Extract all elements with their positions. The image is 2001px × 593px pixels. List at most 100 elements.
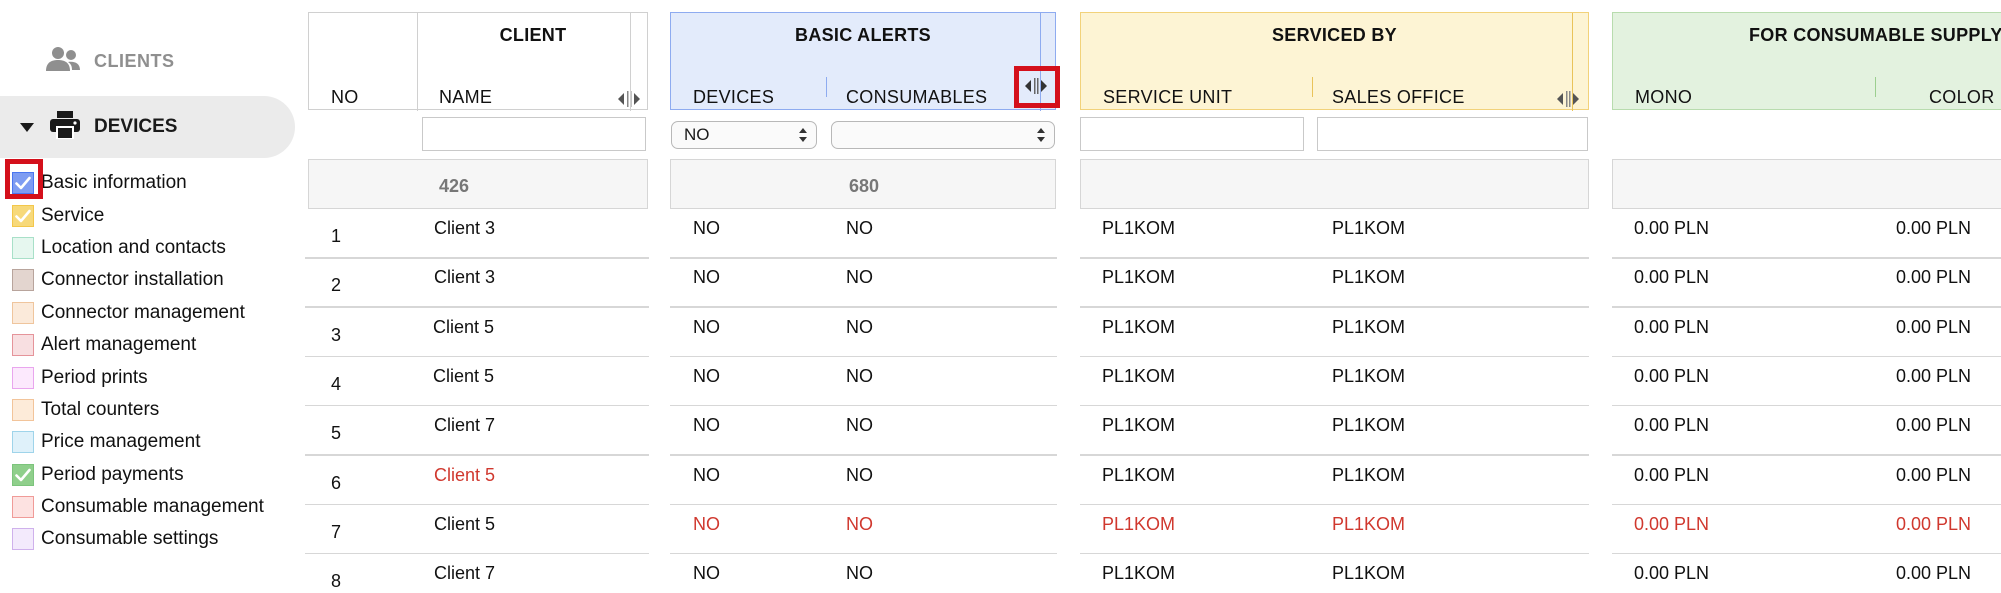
cell-no: 6 [331, 472, 342, 493]
client-group-header: CLIENT NO NAME [308, 12, 648, 111]
row-divider [670, 454, 1057, 456]
row-divider [305, 404, 649, 407]
cell-color-price: 0.00 PLN [1896, 415, 1972, 436]
cell-devices-alert: NO [693, 316, 720, 337]
cell-color-price: 0.00 PLN [1896, 365, 1972, 386]
table-row[interactable]: 3 Client 5 NO NO PL1KOM PL1KOM 0.00 PLN 0.00 PL… [0, 309, 2001, 358]
column-header-devices[interactable]: DEVICES [693, 87, 774, 108]
cell-color-price: 0.00 PLN [1896, 316, 1972, 337]
cell-color-price: 0.00 PLN [1896, 267, 1972, 288]
sidebar-item-devices[interactable]: DEVICES [0, 96, 295, 158]
cell-client-name: Client 7 [434, 415, 496, 436]
row-divider [1080, 355, 1589, 358]
row-divider [670, 257, 1057, 259]
caret-down-icon[interactable] [20, 122, 34, 132]
cell-no: 8 [331, 571, 342, 592]
cell-devices-alert: NO [693, 267, 720, 288]
cell-service-unit: PL1KOM [1102, 218, 1176, 238]
row-divider [1612, 404, 2001, 407]
column-header-sales-office[interactable]: SALES OFFICE [1332, 87, 1465, 108]
cell-mono-price: 0.00 PLN [1634, 365, 1710, 386]
cell-no: 2 [331, 275, 342, 296]
row-divider [305, 454, 649, 456]
consumables-alert-filter-select[interactable] [831, 121, 1055, 149]
column-resize-handle[interactable] [1023, 76, 1049, 96]
consumable-supply-group-header: FOR CONSUMABLE SUPPLY MONO COLOR [1612, 12, 2001, 110]
column-header-name[interactable]: NAME [439, 87, 492, 108]
cell-service-unit: PL1KOM [1102, 267, 1176, 288]
cell-no: 4 [331, 373, 342, 394]
cell-sales-office: PL1KOM [1332, 267, 1406, 288]
cell-sales-office: PL1KOM [1332, 464, 1406, 485]
cell-service-unit: PL1KOM [1102, 464, 1176, 485]
row-divider [670, 503, 1057, 505]
cell-client-name: Client 3 [434, 218, 496, 238]
cell-service-unit: PL1KOM [1102, 365, 1176, 386]
client-name-filter-input[interactable] [422, 117, 646, 151]
table-row[interactable]: 1 Client 3 NO NO PL1KOM PL1KOM 0.00 PLN 0.00 PL… [0, 210, 2001, 259]
cell-mono-price: 0.00 PLN [1634, 267, 1710, 288]
column-header-mono[interactable]: MONO [1635, 87, 1692, 108]
cell-sales-office: PL1KOM [1332, 415, 1406, 436]
row-divider [1080, 257, 1589, 259]
table-row[interactable]: 5 Client 7 NO NO PL1KOM PL1KOM 0.00 PLN 0.00 PL… [0, 407, 2001, 456]
cell-no: 1 [331, 226, 342, 246]
sales-office-filter-input[interactable] [1317, 117, 1588, 151]
alerts-count-value: 680 [849, 176, 880, 196]
cell-mono-price: 0.00 PLN [1634, 415, 1710, 436]
client-summary-cell: 426 [308, 159, 648, 209]
group-title: SERVICED BY [1271, 25, 1397, 45]
table-row[interactable]: 6 Client 5 NO NO PL1KOM PL1KOM 0.00 PLN 0.00 PL… [0, 457, 2001, 506]
alerts-summary-cell: 680 [670, 159, 1056, 209]
cell-consumables-alert: NO [846, 513, 873, 534]
table-row[interactable]: 8 Client 7 NO NO PL1KOM PL1KOM 0.00 PLN 0.00 PL… [0, 555, 2001, 593]
serviced-by-group-header: SERVICED BY SERVICE UNIT SALES OFFICE [1080, 12, 1589, 111]
cell-sales-office: PL1KOM [1332, 218, 1406, 238]
row-divider [305, 306, 649, 308]
cell-devices-alert: NO [693, 513, 720, 534]
cell-service-unit: PL1KOM [1102, 415, 1176, 436]
column-header-consumables[interactable]: CONSUMABLES [846, 87, 987, 108]
users-icon [46, 46, 80, 77]
cell-consumables-alert: NO [846, 563, 873, 584]
column-header-no[interactable]: NO [331, 87, 359, 108]
table-row[interactable]: 7 Client 5 NO NO PL1KOM PL1KOM 0.00 PLN 0.00 PL… [0, 506, 2001, 555]
cell-client-name: Client 5 [434, 513, 496, 534]
sidebar-item-clients[interactable]: CLIENTS [46, 46, 175, 77]
column-header-service-unit[interactable]: SERVICE UNIT [1103, 87, 1232, 108]
category-item[interactable]: Basic information [12, 167, 302, 199]
column-resize-handle[interactable] [1555, 89, 1581, 109]
cell-sales-office: PL1KOM [1332, 365, 1406, 386]
row-divider [1612, 306, 2001, 308]
row-divider [305, 503, 649, 505]
group-title: CLIENT [499, 25, 567, 45]
row-divider [1080, 404, 1589, 407]
row-divider [670, 355, 1057, 358]
cell-mono-price: 0.00 PLN [1634, 218, 1710, 238]
cell-mono-price: 0.00 PLN [1634, 464, 1710, 485]
row-divider [670, 404, 1057, 407]
table-row[interactable]: 4 Client 5 NO NO PL1KOM PL1KOM 0.00 PLN 0.00 PL… [0, 358, 2001, 407]
cell-consumables-alert: NO [846, 316, 873, 337]
row-divider [670, 552, 1057, 555]
client-count-value: 426 [439, 176, 470, 196]
cell-client-name: Client 5 [433, 316, 495, 337]
select-value: NO [684, 125, 710, 144]
row-divider [1612, 503, 2001, 505]
sidebar-item-label: CLIENTS [94, 50, 175, 71]
sidebar-item-label: DEVICES [94, 116, 178, 137]
row-divider [305, 355, 649, 358]
serviced-summary-cell [1080, 159, 1589, 209]
devices-alert-filter-select[interactable]: NO [671, 121, 817, 149]
cell-mono-price: 0.00 PLN [1634, 316, 1710, 337]
cell-devices-alert: NO [693, 563, 720, 584]
column-resize-handle[interactable] [616, 89, 642, 109]
row-divider [1080, 503, 1589, 505]
cell-client-name: Client 5 [433, 365, 495, 386]
cell-devices-alert: NO [693, 415, 720, 436]
column-header-color[interactable]: COLOR [1929, 87, 1995, 108]
service-unit-filter-input[interactable] [1080, 117, 1304, 151]
cell-consumables-alert: NO [846, 218, 873, 238]
table-row[interactable]: 2 Client 3 NO NO PL1KOM PL1KOM 0.00 PLN 0.00 PL… [0, 259, 2001, 308]
cell-devices-alert: NO [693, 464, 720, 485]
